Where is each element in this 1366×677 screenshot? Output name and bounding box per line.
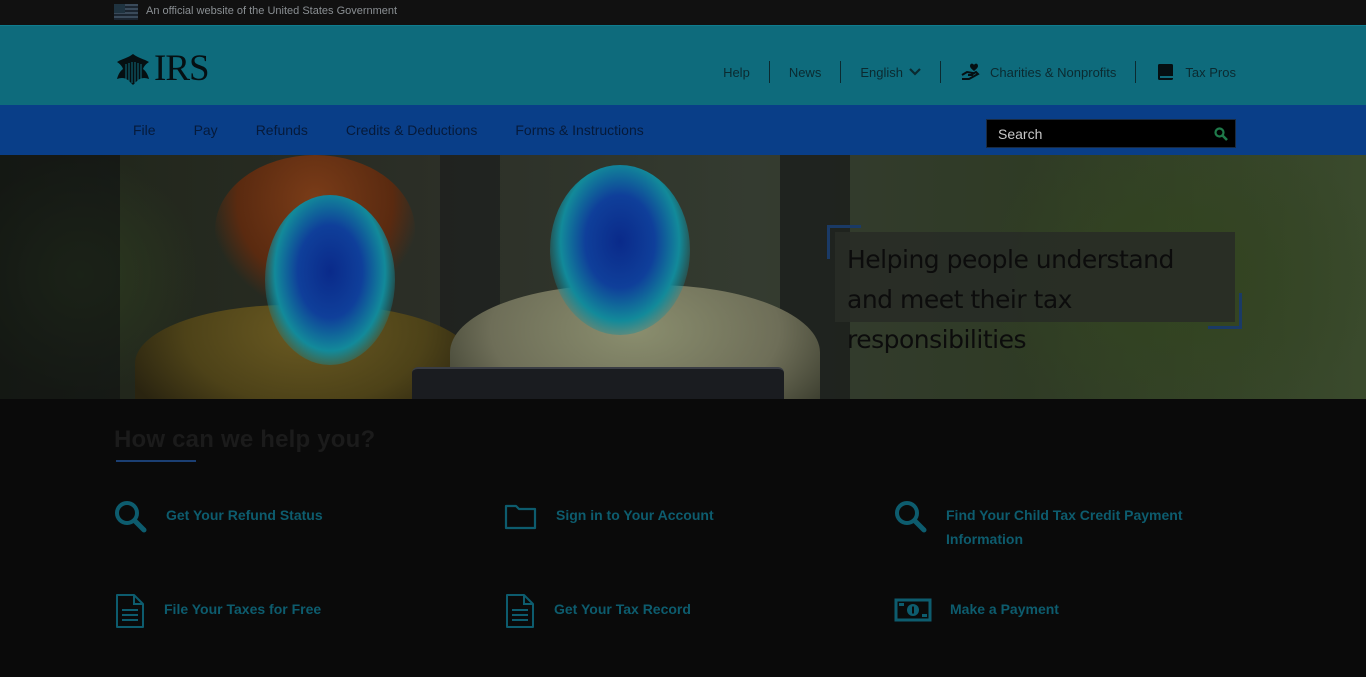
help-link[interactable]: Help (723, 65, 750, 80)
document-icon (116, 594, 144, 628)
gov-banner: An official website of the United States… (0, 0, 1366, 25)
hero-image: Helping people understand and meet their… (0, 155, 1366, 399)
search-icon (115, 501, 147, 533)
task-sign-in-account[interactable]: Sign in to Your Account (504, 500, 714, 534)
divider (840, 61, 842, 83)
nav-item-credits-deductions[interactable]: Credits & Deductions (327, 122, 497, 138)
search-icon (1214, 126, 1228, 141)
person-face (265, 195, 395, 365)
nav-item-forms-instructions[interactable]: Forms & Instructions (496, 122, 662, 138)
task-file-taxes-free[interactable]: File Your Taxes for Free (114, 594, 321, 628)
caption-corner-bracket (827, 225, 861, 259)
hand-heart-icon (961, 63, 980, 80)
main-nav: File Pay Refunds Credits & Deductions Fo… (0, 105, 1366, 155)
task-label: Get Your Tax Record (554, 601, 691, 617)
irs-logo[interactable]: IRS (114, 48, 210, 89)
divider (1135, 61, 1137, 83)
language-selector[interactable]: English (860, 65, 921, 80)
site-header: IRS Help News English Charities & Nonpro… (0, 25, 1366, 105)
language-label: English (860, 64, 903, 80)
chevron-down-icon (909, 68, 921, 76)
book-icon (1158, 64, 1174, 80)
search-input[interactable] (987, 120, 1207, 147)
news-link[interactable]: News (789, 65, 822, 80)
task-label: Find Your Child Tax Credit Payment Infor… (946, 507, 1183, 547)
utility-nav: Help News English Charities & Nonprofits… (723, 61, 1236, 83)
window-pane (0, 155, 120, 399)
help-section-title: How can we help you? (114, 426, 376, 453)
nav-item-file[interactable]: File (114, 122, 175, 138)
hero-caption: Helping people understand and meet their… (835, 232, 1235, 354)
task-label: File Your Taxes for Free (164, 601, 322, 617)
search-icon (895, 501, 927, 533)
task-label: Make a Payment (950, 601, 1059, 617)
task-label: Get Your Refund Status (166, 507, 323, 523)
nav-item-refunds[interactable]: Refunds (237, 122, 327, 138)
divider (768, 61, 770, 83)
task-get-refund-status[interactable]: Get Your Refund Status (114, 500, 323, 534)
title-underline (116, 460, 196, 462)
laptop (412, 367, 784, 399)
divider (939, 61, 941, 83)
gov-banner-text: An official website of the United States… (146, 5, 398, 17)
task-make-payment[interactable]: Make a Payment (894, 594, 1059, 628)
charities-link[interactable]: Charities & Nonprofits (960, 63, 1116, 81)
hero-headline: Helping people understand and meet their… (847, 245, 1174, 354)
task-label: Sign in to Your Account (556, 507, 714, 523)
eagle-icon (117, 54, 149, 85)
logo-text: IRS (154, 48, 210, 89)
search-box (986, 119, 1236, 148)
tax-pros-link[interactable]: Tax Pros (1155, 63, 1236, 81)
caption-corner-bracket (1208, 293, 1242, 329)
folder-icon (504, 504, 537, 530)
us-flag-icon (114, 4, 138, 20)
task-child-tax-credit[interactable]: Find Your Child Tax Credit Payment Infor… (894, 500, 1224, 551)
tax-pros-label: Tax Pros (1185, 64, 1236, 80)
search-button[interactable] (1207, 120, 1235, 147)
task-get-tax-record[interactable]: Get Your Tax Record (504, 594, 691, 628)
charities-label: Charities & Nonprofits (989, 64, 1117, 80)
money-icon (894, 598, 932, 622)
nav-item-pay[interactable]: Pay (175, 122, 237, 138)
document-icon (506, 594, 534, 628)
person-face (550, 165, 690, 335)
